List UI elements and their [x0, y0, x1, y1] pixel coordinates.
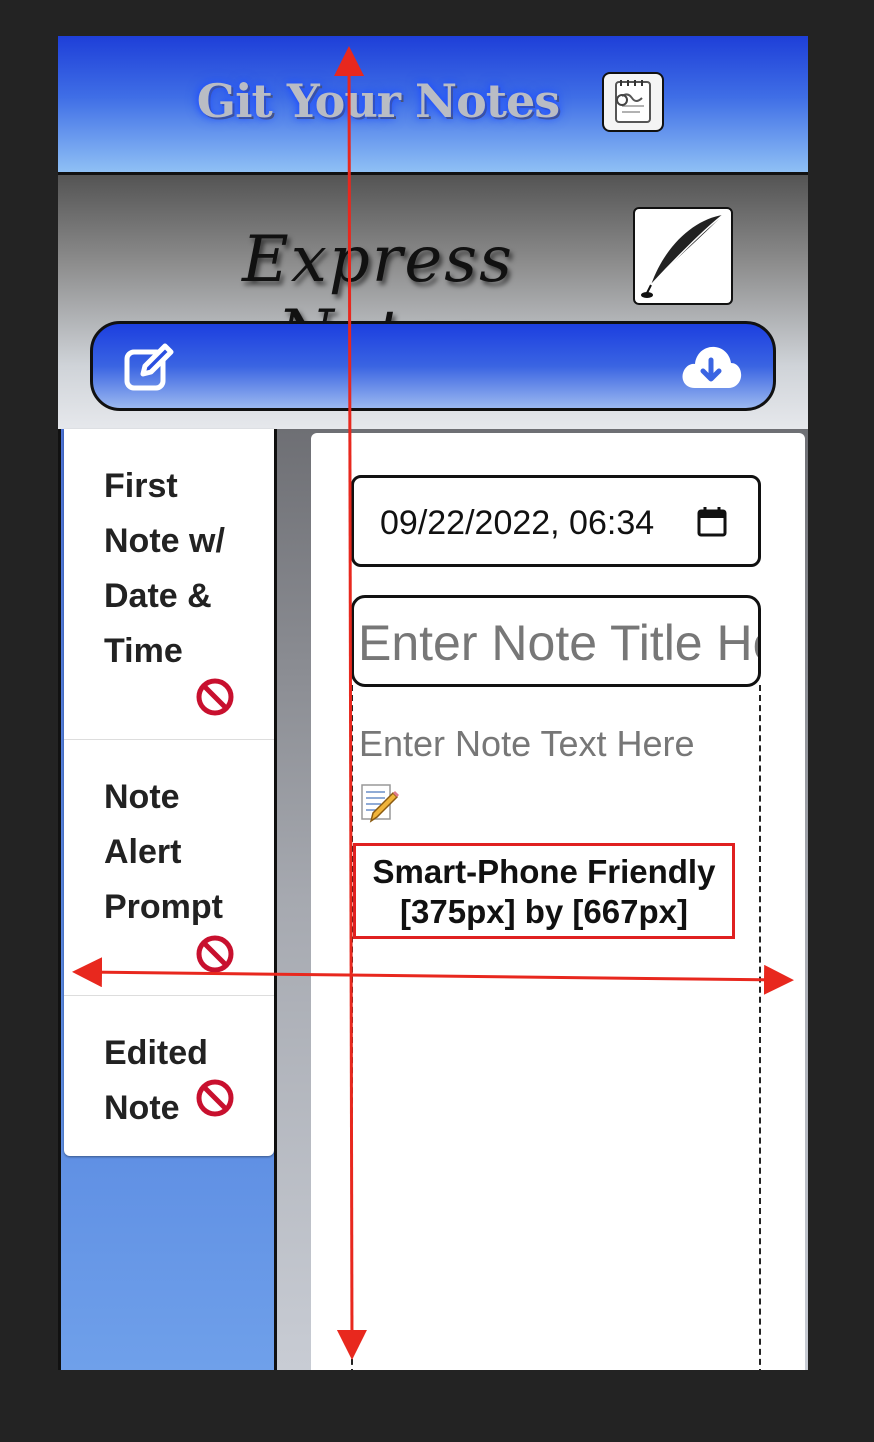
note-title: Note Alert Prompt	[104, 778, 223, 926]
editor-card: 09/22/2022, 06:34 Enter Note Title Here …	[311, 433, 805, 1370]
no-entry-icon[interactable]	[195, 1078, 235, 1118]
note-list: First Note w/ Date & Time Note Alert Pro…	[64, 429, 274, 1156]
date-value: 09/22/2022, 06:34	[380, 504, 655, 542]
note-title: Edited Note	[104, 1034, 208, 1127]
app-title: Git Your Notes	[196, 74, 560, 128]
express-header: Express Notes	[58, 175, 808, 429]
list-item[interactable]: Edited Note	[64, 996, 274, 1156]
edit-note-icon[interactable]	[123, 342, 175, 394]
calendar-icon[interactable]	[696, 506, 728, 538]
list-item[interactable]: Note Alert Prompt	[64, 740, 274, 996]
top-header: Git Your Notes	[58, 36, 808, 175]
memo-pencil-icon	[359, 781, 399, 825]
note-text-area[interactable]: Enter Note Text Here Smart-Phone Friendl…	[351, 685, 761, 1370]
cloud-download-icon[interactable]	[679, 342, 743, 392]
note-title-input[interactable]: Enter Note Title Here	[351, 595, 761, 687]
title-placeholder: Enter Note Title Here	[358, 615, 758, 671]
screen-size-annotation: Smart-Phone Friendly [375px] by [667px]	[353, 843, 735, 939]
date-time-input[interactable]: 09/22/2022, 06:34	[351, 475, 761, 567]
no-entry-icon[interactable]	[195, 934, 235, 974]
notepad-logo-icon	[602, 72, 664, 132]
annotation-line-2: [375px] by [667px]	[400, 893, 688, 930]
list-item[interactable]: First Note w/ Date & Time	[64, 429, 274, 740]
no-entry-icon[interactable]	[195, 677, 235, 717]
annotation-line-1: Smart-Phone Friendly	[372, 853, 716, 890]
note-title: First Note w/ Date & Time	[104, 467, 225, 670]
quill-feather-icon	[633, 207, 733, 305]
action-bar	[90, 321, 776, 411]
text-placeholder: Enter Note Text Here	[359, 723, 695, 764]
app-viewport: Git Your Notes Express Notes	[58, 36, 808, 1370]
notes-sidebar: First Note w/ Date & Time Note Alert Pro…	[58, 429, 277, 1370]
main-panel: 09/22/2022, 06:34 Enter Note Title Here …	[277, 429, 808, 1370]
